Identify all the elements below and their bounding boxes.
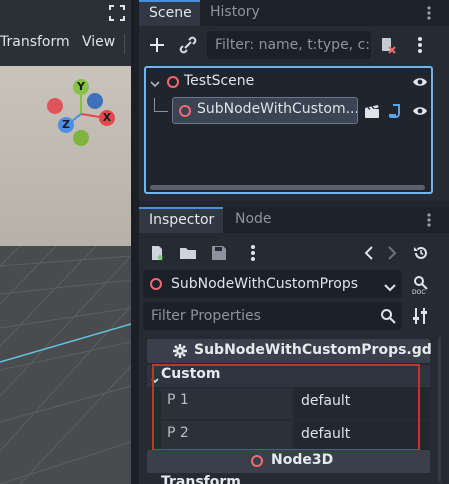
z-axis-handle[interactable]: Z [58,117,74,133]
y-axis-handle[interactable]: Y [73,79,89,95]
viewport-3d[interactable]: Transform View Y X Z [0,0,131,484]
clapperboard-icon[interactable] [364,103,380,119]
node3d-section-label: Node3D [271,452,334,468]
history-back-icon[interactable] [364,246,374,260]
inspector-scrollbar[interactable] [438,337,441,482]
inspector-dock: Inspector Node SubNodeWithCustomProps DO… [139,207,449,484]
tree-connector [154,98,168,112]
collapse-arrow-icon[interactable] [150,77,160,88]
chevron-down-icon[interactable] [384,280,396,292]
node3d-icon [179,105,191,117]
node3d-icon [167,76,179,88]
inspector-menu-icon[interactable] [249,244,257,262]
neg-x-axis-handle[interactable] [47,98,63,114]
neg-z-axis-handle[interactable] [87,93,103,109]
tab-scene[interactable]: Scene [139,0,200,26]
x-axis-handle[interactable]: X [99,110,115,126]
link-icon[interactable] [176,33,200,57]
script-icon[interactable] [388,103,402,119]
tree-item-subnode[interactable]: SubNodeWithCustom... [197,101,357,117]
orientation-gizmo[interactable]: Y X Z [40,74,124,154]
open-docs-icon[interactable]: DOC [411,275,431,296]
new-resource-icon[interactable] [149,245,165,261]
search-icon [380,308,396,324]
viewport-ground [0,245,131,484]
neg-y-axis-handle[interactable] [73,130,89,146]
history-icon[interactable] [413,245,429,261]
node3d-icon [150,278,162,290]
svg-text:DOC: DOC [412,289,426,295]
node3d-icon [251,455,263,467]
visibility-eye-icon[interactable] [412,76,428,88]
tree-horizontal-scrollbar[interactable] [150,185,425,190]
save-icon[interactable] [211,245,227,261]
dock-menu-icon[interactable] [425,4,433,22]
script-file-name: SubNodeWithCustomProps.gd [194,342,432,358]
view-menu[interactable]: View [82,34,115,50]
visibility-eye-icon[interactable] [412,105,428,117]
dock-splitter[interactable] [131,0,139,484]
history-forward-icon[interactable] [387,246,397,260]
fullscreen-icon[interactable] [108,4,126,22]
dock-menu-icon[interactable] [425,211,433,229]
highlight-annotation-box [152,364,420,451]
add-node-icon[interactable] [145,33,169,57]
gear-icon [172,343,188,359]
filter-properties-input[interactable]: Filter Properties [143,302,402,330]
tab-history[interactable]: History [200,0,270,26]
tab-inspector[interactable]: Inspector [139,207,223,233]
transform-menu[interactable]: Transform [0,34,70,50]
open-folder-icon[interactable] [179,245,197,261]
property-settings-icon[interactable] [412,307,428,325]
transform-group-label[interactable]: Transform [161,474,241,484]
object-selector[interactable]: SubNodeWithCustomProps [143,270,402,298]
menu-divider [124,34,125,54]
remove-script-icon[interactable] [376,33,400,57]
tab-node[interactable]: Node [225,207,275,233]
tree-item-testscene[interactable]: TestScene [184,73,254,89]
scene-tree[interactable]: TestScene SubNodeWithCustom... [144,66,433,194]
scene-filter-input[interactable]: Filter: name, t:type, c:group [207,31,371,59]
scene-menu-icon[interactable] [416,36,424,54]
